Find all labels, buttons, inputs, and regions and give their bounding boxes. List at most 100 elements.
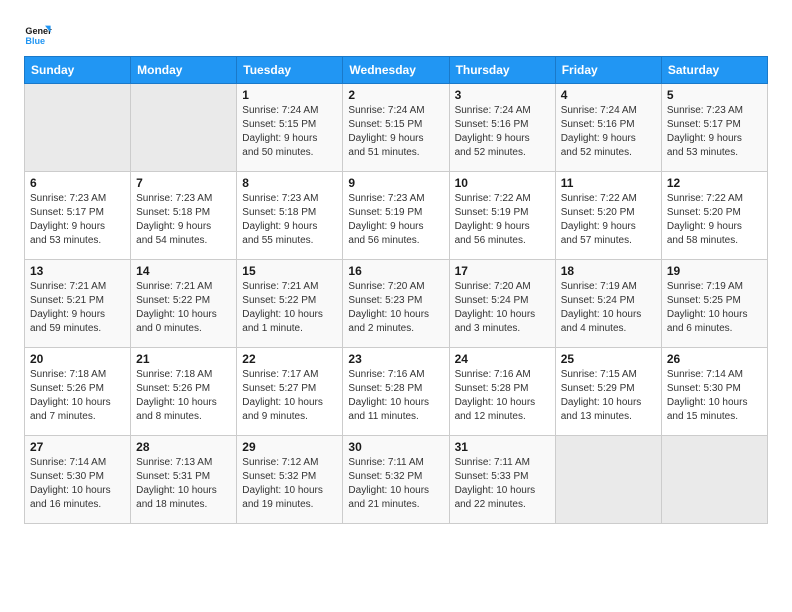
day-detail: Sunrise: 7:24 AM Sunset: 5:16 PM Dayligh… [455,104,550,160]
day-detail: Sunrise: 7:21 AM Sunset: 5:21 PM Dayligh… [30,280,125,336]
day-number: 15 [242,264,337,278]
svg-text:Blue: Blue [25,36,45,46]
calendar-cell: 4 Sunrise: 7:24 AM Sunset: 5:16 PM Daylig… [555,84,661,172]
day-detail: Sunrise: 7:22 AM Sunset: 5:20 PM Dayligh… [561,192,656,248]
calendar-cell [131,84,237,172]
calendar-cell: 21 Sunrise: 7:18 AM Sunset: 5:26 PM Dayli… [131,348,237,436]
day-number: 8 [242,176,337,190]
day-number: 13 [30,264,125,278]
day-number: 14 [136,264,231,278]
day-number: 2 [348,88,443,102]
logo-icon: General Blue [24,20,52,48]
header-sunday: Sunday [25,57,131,84]
calendar-cell [25,84,131,172]
day-number: 25 [561,352,656,366]
calendar-cell: 13 Sunrise: 7:21 AM Sunset: 5:21 PM Dayli… [25,260,131,348]
header-saturday: Saturday [661,57,767,84]
calendar-table: SundayMondayTuesdayWednesdayThursdayFrid… [24,56,768,524]
day-detail: Sunrise: 7:21 AM Sunset: 5:22 PM Dayligh… [242,280,337,336]
calendar-cell: 18 Sunrise: 7:19 AM Sunset: 5:24 PM Dayli… [555,260,661,348]
day-number: 20 [30,352,125,366]
day-detail: Sunrise: 7:16 AM Sunset: 5:28 PM Dayligh… [348,368,443,424]
day-detail: Sunrise: 7:11 AM Sunset: 5:33 PM Dayligh… [455,456,550,512]
day-detail: Sunrise: 7:18 AM Sunset: 5:26 PM Dayligh… [136,368,231,424]
day-number: 3 [455,88,550,102]
day-number: 4 [561,88,656,102]
week-row-2: 13 Sunrise: 7:21 AM Sunset: 5:21 PM Dayli… [25,260,768,348]
day-number: 26 [667,352,762,366]
calendar-cell: 26 Sunrise: 7:14 AM Sunset: 5:30 PM Dayli… [661,348,767,436]
calendar-cell: 12 Sunrise: 7:22 AM Sunset: 5:20 PM Dayli… [661,172,767,260]
day-number: 30 [348,440,443,454]
day-number: 11 [561,176,656,190]
day-detail: Sunrise: 7:22 AM Sunset: 5:19 PM Dayligh… [455,192,550,248]
day-detail: Sunrise: 7:23 AM Sunset: 5:17 PM Dayligh… [667,104,762,160]
day-number: 19 [667,264,762,278]
day-number: 5 [667,88,762,102]
day-detail: Sunrise: 7:11 AM Sunset: 5:32 PM Dayligh… [348,456,443,512]
calendar-cell: 5 Sunrise: 7:23 AM Sunset: 5:17 PM Daylig… [661,84,767,172]
calendar-cell: 3 Sunrise: 7:24 AM Sunset: 5:16 PM Daylig… [449,84,555,172]
calendar-cell: 31 Sunrise: 7:11 AM Sunset: 5:33 PM Dayli… [449,436,555,524]
day-detail: Sunrise: 7:23 AM Sunset: 5:18 PM Dayligh… [136,192,231,248]
calendar-cell: 27Sunrise: 7:14 AM Sunset: 5:30 PM Dayli… [25,436,131,524]
day-detail: Sunrise: 7:17 AM Sunset: 5:27 PM Dayligh… [242,368,337,424]
day-detail: Sunrise: 7:22 AM Sunset: 5:20 PM Dayligh… [667,192,762,248]
day-number: 22 [242,352,337,366]
logo: General Blue [24,20,58,48]
day-number: 28 [136,440,231,454]
day-detail: Sunrise: 7:16 AM Sunset: 5:28 PM Dayligh… [455,368,550,424]
calendar-cell [661,436,767,524]
day-number: 1 [242,88,337,102]
day-detail: Sunrise: 7:23 AM Sunset: 5:17 PM Dayligh… [30,192,125,248]
calendar-cell: 20 Sunrise: 7:18 AM Sunset: 5:26 PM Dayli… [25,348,131,436]
day-detail: Sunrise: 7:24 AM Sunset: 5:15 PM Dayligh… [242,104,337,160]
day-detail: Sunrise: 7:24 AM Sunset: 5:15 PM Dayligh… [348,104,443,160]
day-number: 9 [348,176,443,190]
calendar-cell: 28 Sunrise: 7:13 AM Sunset: 5:31 PM Dayli… [131,436,237,524]
header-monday: Monday [131,57,237,84]
day-detail: Sunrise: 7:20 AM Sunset: 5:23 PM Dayligh… [348,280,443,336]
calendar-cell: 8Sunrise: 7:23 AM Sunset: 5:18 PM Daylig… [237,172,343,260]
day-number: 21 [136,352,231,366]
day-number: 18 [561,264,656,278]
calendar-cell: 6Sunrise: 7:23 AM Sunset: 5:17 PM Daylig… [25,172,131,260]
day-number: 17 [455,264,550,278]
day-number: 7 [136,176,231,190]
day-detail: Sunrise: 7:13 AM Sunset: 5:31 PM Dayligh… [136,456,231,512]
week-row-4: 27Sunrise: 7:14 AM Sunset: 5:30 PM Dayli… [25,436,768,524]
day-detail: Sunrise: 7:12 AM Sunset: 5:32 PM Dayligh… [242,456,337,512]
calendar-cell: 25Sunrise: 7:15 AM Sunset: 5:29 PM Dayli… [555,348,661,436]
header-wednesday: Wednesday [343,57,449,84]
calendar-header-row: SundayMondayTuesdayWednesdayThursdayFrid… [25,57,768,84]
day-detail: Sunrise: 7:14 AM Sunset: 5:30 PM Dayligh… [30,456,125,512]
day-detail: Sunrise: 7:14 AM Sunset: 5:30 PM Dayligh… [667,368,762,424]
calendar-cell: 1 Sunrise: 7:24 AM Sunset: 5:15 PM Daylig… [237,84,343,172]
header-friday: Friday [555,57,661,84]
calendar-cell: 15 Sunrise: 7:21 AM Sunset: 5:22 PM Dayli… [237,260,343,348]
header-thursday: Thursday [449,57,555,84]
header-tuesday: Tuesday [237,57,343,84]
week-row-3: 20 Sunrise: 7:18 AM Sunset: 5:26 PM Dayli… [25,348,768,436]
day-detail: Sunrise: 7:18 AM Sunset: 5:26 PM Dayligh… [30,368,125,424]
calendar-cell: 22 Sunrise: 7:17 AM Sunset: 5:27 PM Dayli… [237,348,343,436]
calendar-cell: 9 Sunrise: 7:23 AM Sunset: 5:19 PM Daylig… [343,172,449,260]
day-number: 12 [667,176,762,190]
calendar-cell: 17Sunrise: 7:20 AM Sunset: 5:24 PM Dayli… [449,260,555,348]
day-detail: Sunrise: 7:21 AM Sunset: 5:22 PM Dayligh… [136,280,231,336]
day-detail: Sunrise: 7:23 AM Sunset: 5:19 PM Dayligh… [348,192,443,248]
calendar-cell: 30 Sunrise: 7:11 AM Sunset: 5:32 PM Dayli… [343,436,449,524]
day-detail: Sunrise: 7:24 AM Sunset: 5:16 PM Dayligh… [561,104,656,160]
day-detail: Sunrise: 7:19 AM Sunset: 5:24 PM Dayligh… [561,280,656,336]
calendar-cell: 29 Sunrise: 7:12 AM Sunset: 5:32 PM Dayli… [237,436,343,524]
day-detail: Sunrise: 7:19 AM Sunset: 5:25 PM Dayligh… [667,280,762,336]
day-number: 29 [242,440,337,454]
calendar-cell: 7 Sunrise: 7:23 AM Sunset: 5:18 PM Daylig… [131,172,237,260]
calendar-cell: 10Sunrise: 7:22 AM Sunset: 5:19 PM Dayli… [449,172,555,260]
day-number: 23 [348,352,443,366]
calendar-cell: 16Sunrise: 7:20 AM Sunset: 5:23 PM Dayli… [343,260,449,348]
calendar-cell: 24Sunrise: 7:16 AM Sunset: 5:28 PM Dayli… [449,348,555,436]
calendar-cell [555,436,661,524]
week-row-0: 1 Sunrise: 7:24 AM Sunset: 5:15 PM Daylig… [25,84,768,172]
day-number: 31 [455,440,550,454]
